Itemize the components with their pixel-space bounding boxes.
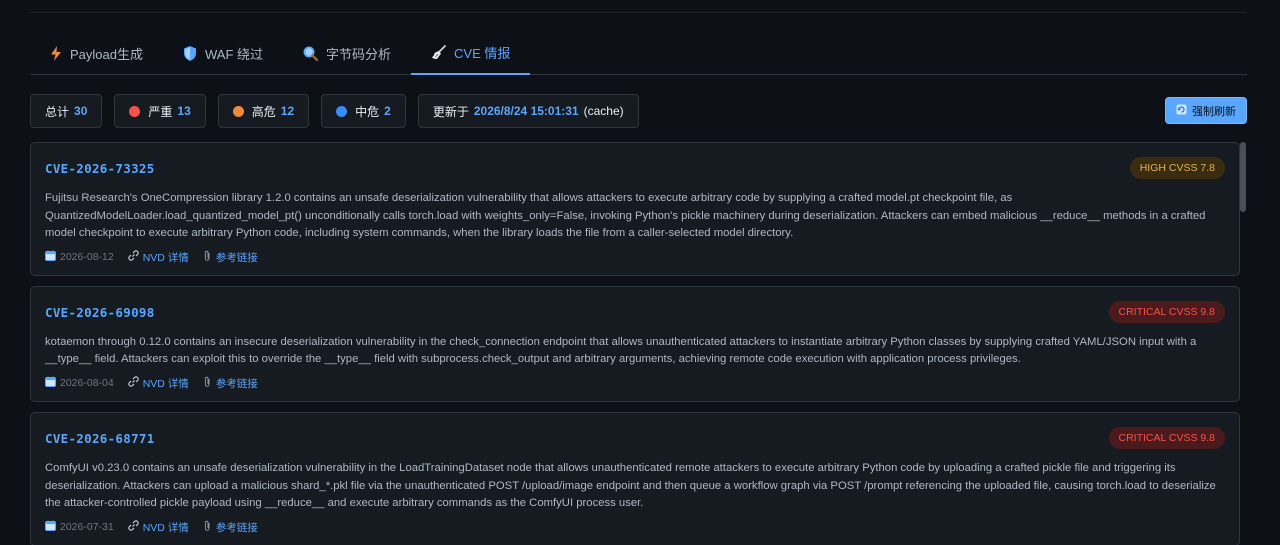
broom-icon [431,45,446,60]
refresh-icon [1176,104,1187,118]
ref-label: 参考链接 [215,251,258,264]
cve-description: kotaemon through 0.12.0 contains an inse… [45,335,1197,366]
tab-waf[interactable]: WAF 绕过 [163,32,283,74]
severity-badge: CRITICAL CVSS 9.8 [1108,426,1225,449]
nvd-label: NVD 详情 [142,377,189,390]
date-text: 2026-07-31 [60,521,114,534]
cache-note: (cache) [583,104,624,118]
medium-dot-icon [336,105,348,117]
stat-label: 高危 [251,104,276,119]
paperclip-icon [203,376,212,391]
cve-description: ComfyUI v0.23.0 contains an unsafe deser… [45,461,1216,510]
publish-date: 2026-08-04 [45,376,114,390]
link-icon [128,520,139,534]
severity-badge: HIGH CVSS 7.8 [1129,157,1225,179]
tab-bytecode[interactable]: 字节码分析 [283,32,411,74]
cve-meta: 2026-07-31 NVD 详情 参考链接 [45,520,1225,535]
stat-value: 12 [280,104,295,118]
nvd-detail-link[interactable]: NVD 详情 [128,520,189,535]
stat-value: 13 [177,104,191,118]
tab-label: 字节码分析 [326,46,392,62]
cve-card: CVE-2026-68771 CRITICAL CVSS 9.8 ComfyUI v… [30,411,1240,545]
date-text: 2026-08-04 [60,377,114,390]
cve-meta: 2026-08-12 NVD 详情 参考链接 [45,250,1225,265]
paperclip-icon [203,250,212,265]
updated-timestamp: 2026/8/24 15:01:31 [473,104,579,118]
updated-label: 更新于 [432,104,469,119]
stat-label: 总计 [45,104,70,119]
cve-intel-page: Payload生成 WAF 绕过 字节码分析 CVE 情报 总计 30 严重 1… [0,0,1280,545]
stat-value: 2 [384,104,391,118]
tab-payload[interactable]: Payload生成 [30,32,163,74]
nvd-detail-link[interactable]: NVD 详情 [128,376,189,391]
link-icon [128,250,139,264]
stat-updated: 更新于 2026/8/24 15:01:31 (cache) [417,94,639,128]
stat-medium[interactable]: 中危 2 [321,94,406,128]
magnifier-icon [303,46,318,61]
cve-id-link[interactable]: CVE-2026-69098 [45,305,155,320]
cve-meta: 2026-08-04 NVD 详情 参考链接 [45,376,1225,391]
tab-cve[interactable]: CVE 情报 [411,32,531,75]
nvd-label: NVD 详情 [142,521,189,534]
cve-card: CVE-2026-69098 CRITICAL CVSS 9.8 kotaemon … [30,285,1240,402]
stats-bar: 总计 30 严重 13 高危 12 中危 2 更新于 2026/8/24 15:… [30,94,639,128]
tab-label: Payload生成 [70,46,143,62]
nvd-label: NVD 详情 [142,251,189,264]
stat-total[interactable]: 总计 30 [30,94,103,128]
high-dot-icon [232,105,244,117]
calendar-icon [45,520,56,534]
force-refresh-button[interactable]: 强制刷新 [1165,97,1247,124]
publish-date: 2026-08-12 [45,250,114,264]
publish-date: 2026-07-31 [45,520,114,534]
cve-id-link[interactable]: CVE-2026-73325 [45,161,155,176]
paperclip-icon [203,520,212,535]
cve-card: CVE-2026-73325 HIGH CVSS 7.8 Fujitsu Resea… [30,142,1240,276]
ref-label: 参考链接 [215,521,258,534]
cve-id-link[interactable]: CVE-2026-68771 [45,431,155,446]
cve-description: Fujitsu Research's OneCompression librar… [45,192,1206,240]
stat-label: 严重 [148,104,173,119]
ref-label: 参考链接 [215,377,258,390]
calendar-icon [45,376,56,390]
nvd-detail-link[interactable]: NVD 详情 [128,250,189,265]
reference-link[interactable]: 参考链接 [203,376,258,391]
cve-list: CVE-2026-73325 HIGH CVSS 7.8 Fujitsu Resea… [30,142,1240,545]
stat-value: 30 [74,104,88,118]
severity-badge: CRITICAL CVSS 9.8 [1108,300,1225,323]
critical-dot-icon [129,105,141,117]
lightning-icon [50,45,62,61]
scrollbar-thumb[interactable] [1240,142,1246,212]
tab-label: CVE 情报 [454,46,511,61]
refresh-label: 强制刷新 [1192,105,1236,118]
stat-critical[interactable]: 严重 13 [114,94,206,128]
top-divider [30,12,1247,13]
date-text: 2026-08-12 [60,251,114,264]
reference-link[interactable]: 参考链接 [203,520,258,535]
scrollbar[interactable] [1240,142,1246,545]
tab-bar: Payload生成 WAF 绕过 字节码分析 CVE 情报 [30,32,1247,75]
tab-label: WAF 绕过 [204,46,263,62]
link-icon [128,376,139,390]
calendar-icon [45,250,56,264]
reference-link[interactable]: 参考链接 [203,250,258,265]
stat-high[interactable]: 高危 12 [217,94,310,128]
stat-label: 中危 [355,104,380,119]
shield-icon [183,45,197,61]
